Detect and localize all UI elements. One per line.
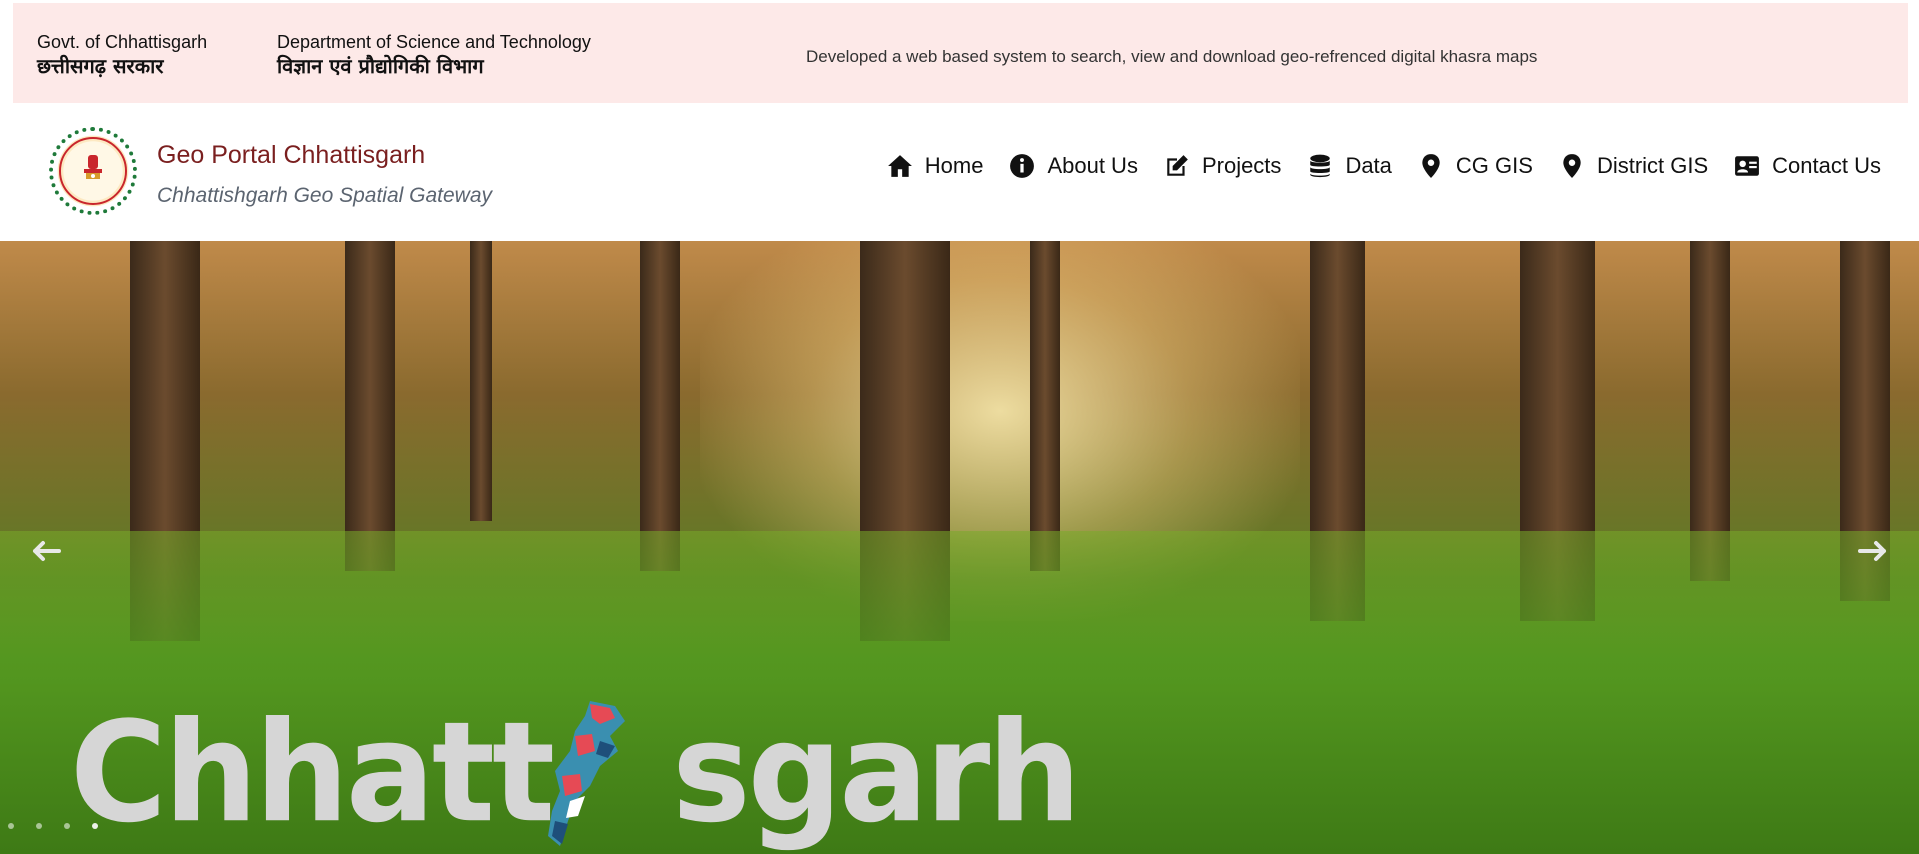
govt-name-hi: छत्तीसगढ़ सरकार xyxy=(37,54,164,78)
nav-about-us-label: About Us xyxy=(1047,153,1138,178)
map-marker-icon xyxy=(1563,154,1581,178)
carousel-next-button[interactable] xyxy=(1853,531,1893,571)
nav-about-us[interactable]: About Us xyxy=(1009,153,1138,179)
carousel-dot[interactable] xyxy=(64,823,70,829)
arrow-left-icon xyxy=(33,541,61,561)
nav-data[interactable]: Data xyxy=(1307,153,1392,179)
tree-trunk xyxy=(640,241,680,571)
nav-district-gis-label: District GIS xyxy=(1596,153,1709,178)
nav-cg-gis[interactable]: CG GIS xyxy=(1418,153,1533,179)
carousel-indicators xyxy=(8,823,120,829)
nav-home-label: Home xyxy=(924,153,984,178)
main-nav: Home About Us Projects Data CG GIS Distr… xyxy=(861,153,1881,179)
tree-trunk xyxy=(470,241,492,521)
carousel-dot-active[interactable] xyxy=(92,823,98,829)
state-emblem-icon[interactable] xyxy=(49,127,137,215)
tree-trunk xyxy=(345,241,395,571)
arrow-right-icon xyxy=(1858,541,1886,561)
brand-text-right: sgarh xyxy=(672,692,1081,854)
site-header: Geo Portal Chhattisgarh Chhattishgarh Ge… xyxy=(0,103,1919,241)
site-subtitle: Chhattishgarh Geo Spatial Gateway xyxy=(157,184,493,207)
contact-card-icon xyxy=(1735,156,1760,176)
nav-home[interactable]: Home xyxy=(887,153,984,179)
nav-district-gis[interactable]: District GIS xyxy=(1559,153,1708,179)
edit-icon xyxy=(1167,155,1188,176)
nav-contact-us-label: Contact Us xyxy=(1772,153,1881,178)
top-info-strip: Govt. of Chhattisgarh छत्तीसगढ़ सरकार De… xyxy=(13,3,1908,103)
info-icon xyxy=(1010,154,1035,178)
chhattisgarh-map-icon xyxy=(548,701,625,846)
brand-text-left: Chhatt xyxy=(70,692,555,854)
site-title[interactable]: Geo Portal Chhattisgarh xyxy=(157,141,425,170)
nav-projects[interactable]: Projects xyxy=(1164,153,1281,179)
home-icon xyxy=(887,155,912,177)
department-name-hi: विज्ञान एवं प्रौद्योगिकी विभाग xyxy=(277,54,484,78)
nav-projects-label: Projects xyxy=(1201,153,1282,178)
hero-carousel: Chhatt sgarh xyxy=(0,241,1919,854)
nav-cg-gis-label: CG GIS xyxy=(1455,153,1533,178)
tree-trunk xyxy=(1690,241,1730,581)
database-icon xyxy=(1310,154,1331,178)
govt-name-en: Govt. of Chhattisgarh xyxy=(37,32,208,52)
nav-data-label: Data xyxy=(1345,153,1392,178)
govt-block: Govt. of Chhattisgarh छत्तीसगढ़ सरकार xyxy=(37,31,207,79)
nav-contact-us[interactable]: Contact Us xyxy=(1734,153,1881,179)
map-marker-icon xyxy=(1422,154,1440,178)
tree-trunk xyxy=(1030,241,1060,571)
carousel-dot[interactable] xyxy=(8,823,14,829)
lion-capital-icon xyxy=(84,155,102,179)
department-block: Department of Science and Technology विज… xyxy=(277,31,591,79)
carousel-prev-button[interactable] xyxy=(26,531,66,571)
tagline: Developed a web based system to search, … xyxy=(806,47,1538,66)
department-name-en: Department of Science and Technology xyxy=(277,32,591,52)
carousel-dot[interactable] xyxy=(36,823,42,829)
